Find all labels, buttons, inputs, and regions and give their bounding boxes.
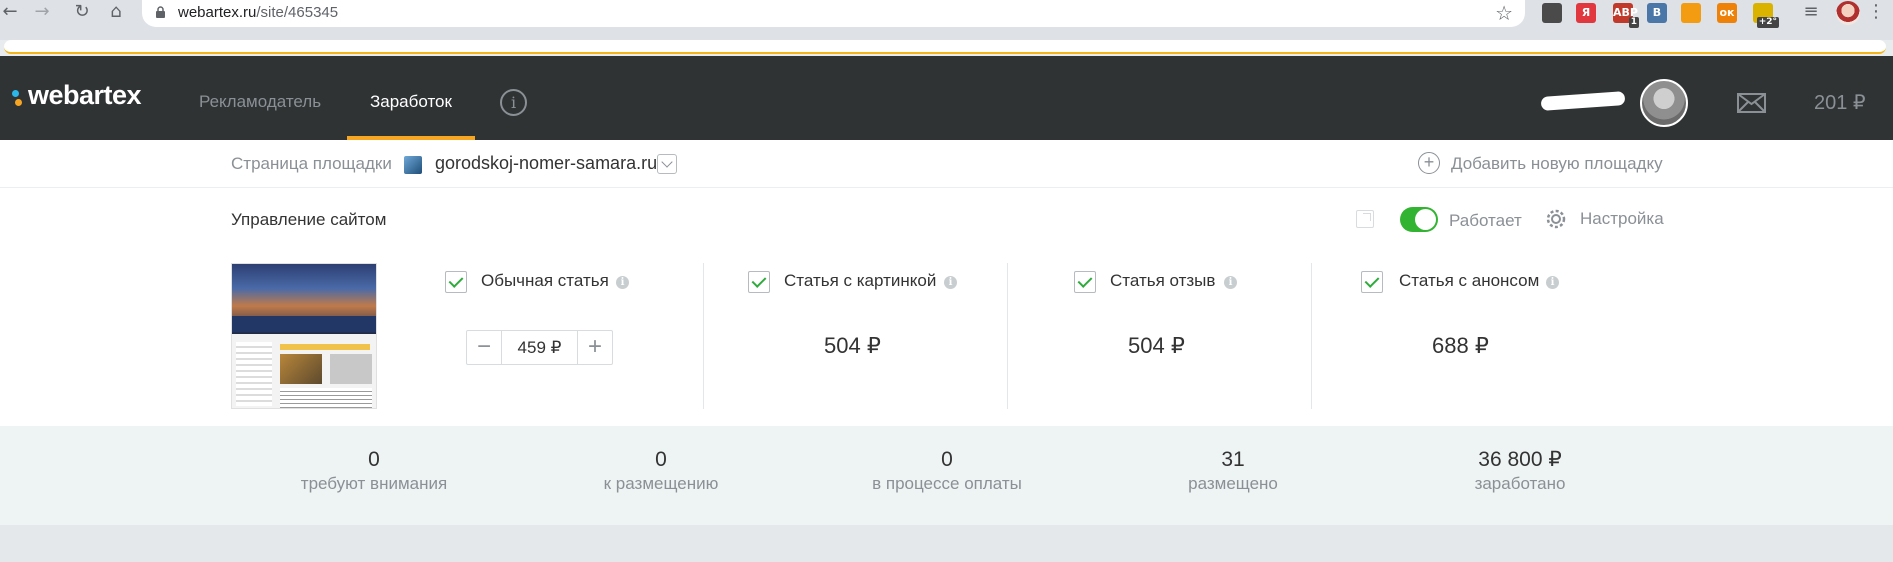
user-avatar[interactable] bbox=[1640, 79, 1688, 127]
stat-caption: заработано bbox=[1474, 474, 1566, 493]
bookmarks-bar bbox=[4, 40, 1886, 54]
extension-badge: +2° bbox=[1756, 17, 1779, 28]
address-bar[interactable]: webartex.ru/site/465345 ☆ bbox=[142, 0, 1525, 27]
nav-earnings[interactable]: Заработок bbox=[370, 92, 452, 112]
stat-placed[interactable]: 31 размещено bbox=[1133, 447, 1333, 495]
reading-list-icon[interactable]: ≡ bbox=[1801, 2, 1821, 22]
back-icon[interactable]: ← bbox=[0, 2, 20, 22]
ext-abp-icon[interactable]: ABP 1 bbox=[1613, 3, 1639, 28]
info-icon[interactable]: i bbox=[1546, 276, 1559, 289]
add-site-link[interactable]: Добавить новую площадку bbox=[1451, 154, 1663, 174]
column-divider bbox=[1311, 263, 1312, 409]
site-favicon bbox=[404, 156, 422, 174]
ext-tool-icon[interactable] bbox=[1542, 3, 1562, 23]
browser-toolbar: ← → ↻ ⌂ webartex.ru/site/465345 ☆ Я ABP 1 B… bbox=[0, 0, 1893, 40]
increase-button[interactable]: + bbox=[577, 331, 612, 364]
gear-icon[interactable] bbox=[1545, 208, 1567, 230]
bookmark-star-icon[interactable]: ☆ bbox=[1495, 1, 1513, 25]
mail-icon[interactable] bbox=[1737, 93, 1766, 113]
home-icon[interactable]: ⌂ bbox=[106, 2, 126, 22]
management-title: Управление сайтом bbox=[231, 210, 387, 229]
article-checkbox[interactable] bbox=[445, 271, 467, 293]
stat-caption: требуют внимания bbox=[300, 474, 448, 493]
site-management-panel: Управление сайтом Работает Настройка Обы… bbox=[0, 188, 1893, 426]
balance[interactable]: 201 ₽ bbox=[1814, 90, 1866, 115]
info-icon[interactable]: i bbox=[1224, 276, 1237, 289]
stats-bar: 0 требуют внимания 0 к размещению 0 в пр… bbox=[0, 426, 1893, 525]
logo-text: webartex bbox=[28, 80, 142, 110]
logo-dot-orange bbox=[15, 99, 22, 106]
info-icon[interactable]: i bbox=[500, 89, 527, 116]
article-label: Обычная статья bbox=[481, 271, 609, 290]
ext-ok-icon[interactable]: ок bbox=[1717, 3, 1737, 23]
nav-advertiser[interactable]: Рекламодатель bbox=[199, 92, 321, 112]
stat-earned[interactable]: 36 800 ₽ заработано bbox=[1420, 447, 1620, 495]
ext-rss-icon[interactable] bbox=[1681, 3, 1701, 23]
site-selector-row: Страница площадки gorodskoj-nomer-samara… bbox=[0, 140, 1893, 188]
article-label: Статья отзыв bbox=[1110, 271, 1216, 290]
price-input[interactable]: 459 ₽ bbox=[503, 331, 576, 364]
stat-payment[interactable]: 0 в процессе оплаты bbox=[847, 447, 1047, 495]
site-status-toggle[interactable] bbox=[1400, 207, 1438, 232]
site-status-label: Работает bbox=[1449, 211, 1522, 230]
add-circle-icon[interactable]: + bbox=[1418, 152, 1440, 174]
article-price: 688 ₽ bbox=[1432, 333, 1489, 358]
redacted-username bbox=[1540, 91, 1626, 111]
extension-badge: 1 bbox=[1628, 17, 1639, 28]
decrease-button[interactable]: − bbox=[467, 331, 502, 364]
settings-link[interactable]: Настройка bbox=[1580, 209, 1664, 229]
forward-icon[interactable]: → bbox=[32, 2, 52, 22]
info-icon[interactable]: i bbox=[616, 276, 629, 289]
article-checkbox[interactable] bbox=[1361, 271, 1383, 293]
article-checkbox[interactable] bbox=[748, 271, 770, 293]
site-page-label: Страница площадки bbox=[231, 154, 392, 173]
stat-caption: размещено bbox=[1188, 474, 1278, 493]
stat-value: 0 bbox=[941, 448, 953, 471]
stat-value: 0 bbox=[655, 448, 667, 471]
info-icon[interactable]: i bbox=[944, 276, 957, 289]
app-header: webartex Рекламодатель Заработок i 201 ₽ bbox=[0, 56, 1893, 140]
stat-to-place[interactable]: 0 к размещению bbox=[561, 447, 761, 495]
lock-icon bbox=[156, 6, 165, 18]
menu-icon[interactable]: ⋮ bbox=[1866, 2, 1886, 22]
site-dropdown-chevron-icon[interactable] bbox=[657, 154, 677, 174]
article-label: Статья с анонсом bbox=[1399, 271, 1540, 290]
article-label: Статья с картинкой bbox=[784, 271, 937, 290]
stat-value: 36 800 ₽ bbox=[1478, 448, 1562, 471]
site-domain[interactable]: gorodskoj-nomer-samara.ru bbox=[435, 153, 657, 174]
site-screenshot-thumbnail[interactable] bbox=[231, 263, 377, 409]
article-price: 504 ₽ bbox=[824, 333, 881, 358]
column-divider bbox=[1007, 263, 1008, 409]
profile-avatar[interactable] bbox=[1836, 1, 1860, 25]
external-link-icon[interactable] bbox=[1356, 210, 1374, 228]
ext-vk-icon[interactable]: B bbox=[1647, 3, 1667, 23]
stat-caption: к размещению bbox=[603, 474, 719, 493]
article-price: 504 ₽ bbox=[1128, 333, 1185, 358]
article-checkbox[interactable] bbox=[1074, 271, 1096, 293]
stat-attention[interactable]: 0 требуют внимания bbox=[274, 447, 474, 495]
column-divider bbox=[703, 263, 704, 409]
ext-yandex-icon[interactable]: Я bbox=[1576, 3, 1596, 23]
stat-value: 0 bbox=[368, 448, 380, 471]
price-stepper[interactable]: − 459 ₽ + bbox=[466, 330, 613, 365]
stat-value: 31 bbox=[1221, 448, 1245, 471]
page-footer-area bbox=[0, 525, 1893, 562]
ext-weather-icon[interactable]: +2° bbox=[1753, 3, 1779, 28]
url-text: webartex.ru/site/465345 bbox=[178, 4, 339, 21]
logo-dot-blue bbox=[12, 90, 19, 97]
stat-caption: в процессе оплаты bbox=[872, 474, 1022, 493]
reload-icon[interactable]: ↻ bbox=[72, 2, 92, 22]
